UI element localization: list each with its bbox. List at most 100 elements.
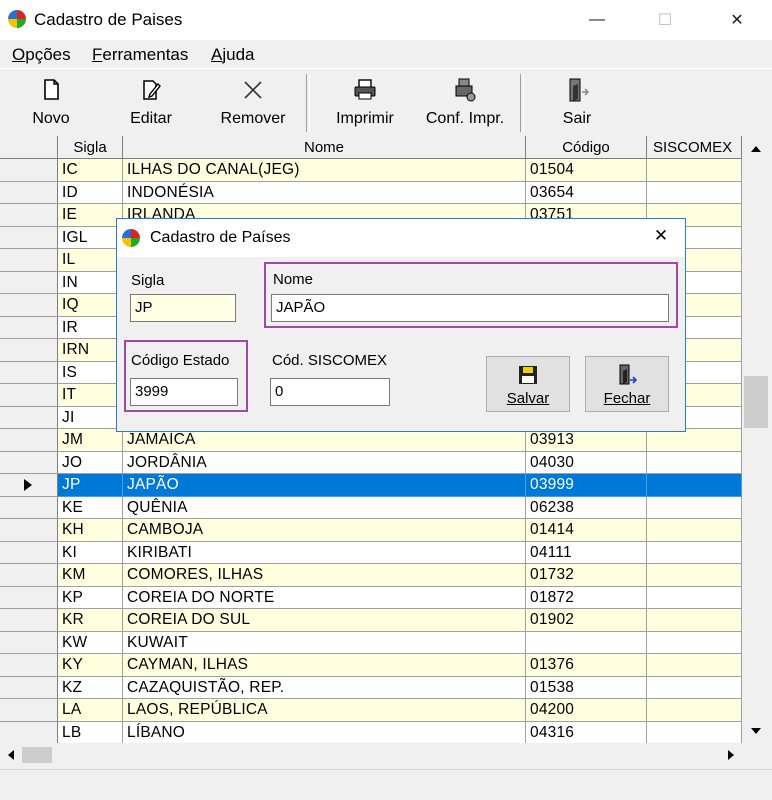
cod-siscomex-input[interactable]: 0 xyxy=(270,378,390,406)
cell-sigla[interactable]: LB xyxy=(58,721,123,743)
cell-siscomex[interactable] xyxy=(647,676,742,699)
cell-sigla[interactable]: JO xyxy=(58,451,123,474)
table-row[interactable]: KZ CAZAQUISTÃO, REP. 01538 xyxy=(0,676,742,699)
cell-sigla[interactable]: KP xyxy=(58,586,123,609)
novo-button[interactable]: Novo xyxy=(22,74,80,134)
sair-button[interactable]: Sair xyxy=(548,74,606,134)
table-row[interactable]: JP JAPÃO 03999 xyxy=(0,474,742,497)
row-indicator[interactable] xyxy=(0,181,58,204)
cell-codigo[interactable]: 01732 xyxy=(526,564,647,587)
cell-codigo[interactable]: 01902 xyxy=(526,609,647,632)
cell-codigo[interactable]: 01504 xyxy=(526,159,647,182)
cell-codigo[interactable] xyxy=(526,631,647,654)
scroll-right-arrow-icon[interactable] xyxy=(722,745,740,765)
nome-input[interactable]: JAPÃO xyxy=(271,294,669,322)
cell-codigo[interactable]: 01376 xyxy=(526,654,647,677)
menu-ajuda[interactable]: Ajuda xyxy=(211,45,254,65)
row-indicator[interactable] xyxy=(0,406,58,429)
close-button[interactable]: ✕ xyxy=(714,0,760,40)
row-indicator[interactable] xyxy=(0,586,58,609)
cell-sigla[interactable]: IGL xyxy=(58,226,123,249)
cell-nome[interactable]: JORDÂNIA xyxy=(123,451,526,474)
scroll-up-arrow-icon[interactable] xyxy=(743,138,769,160)
cell-nome[interactable]: JAPÃO xyxy=(123,474,526,497)
row-indicator[interactable] xyxy=(0,204,58,227)
fechar-button[interactable]: Fechar xyxy=(585,356,669,412)
cell-nome[interactable]: LAOS, REPÚBLICA xyxy=(123,699,526,722)
minimize-button[interactable]: — xyxy=(574,0,620,40)
cell-codigo[interactable]: 04111 xyxy=(526,541,647,564)
row-indicator[interactable] xyxy=(0,361,58,384)
table-row[interactable]: KW KUWAIT xyxy=(0,631,742,654)
cell-siscomex[interactable] xyxy=(647,159,742,182)
sigla-input[interactable]: JP xyxy=(130,294,236,322)
cell-codigo[interactable]: 03999 xyxy=(526,474,647,497)
column-header-sigla[interactable]: Sigla xyxy=(58,136,123,159)
row-indicator[interactable] xyxy=(0,294,58,317)
row-indicator[interactable] xyxy=(0,384,58,407)
table-row[interactable]: KP COREIA DO NORTE 01872 xyxy=(0,586,742,609)
cell-siscomex[interactable] xyxy=(647,654,742,677)
cell-nome[interactable]: COREIA DO SUL xyxy=(123,609,526,632)
cell-siscomex[interactable] xyxy=(647,519,742,542)
row-indicator[interactable] xyxy=(0,654,58,677)
cell-nome[interactable]: CAZAQUISTÃO, REP. xyxy=(123,676,526,699)
table-row[interactable]: IC ILHAS DO CANAL(JEG) 01504 xyxy=(0,159,742,182)
cell-siscomex[interactable] xyxy=(647,474,742,497)
column-header-nome[interactable]: Nome xyxy=(123,136,526,159)
row-indicator[interactable] xyxy=(0,631,58,654)
row-indicator[interactable] xyxy=(0,451,58,474)
cell-siscomex[interactable] xyxy=(647,451,742,474)
cell-nome[interactable]: CAMBOJA xyxy=(123,519,526,542)
cell-nome[interactable]: LÍBANO xyxy=(123,721,526,743)
table-row[interactable]: ID INDONÉSIA 03654 xyxy=(0,181,742,204)
row-indicator[interactable] xyxy=(0,474,58,497)
cell-siscomex[interactable] xyxy=(647,631,742,654)
table-row[interactable]: KI KIRIBATI 04111 xyxy=(0,541,742,564)
row-indicator[interactable] xyxy=(0,721,58,743)
cell-codigo[interactable]: 04200 xyxy=(526,699,647,722)
cell-siscomex[interactable] xyxy=(647,586,742,609)
cell-nome[interactable]: KUWAIT xyxy=(123,631,526,654)
scroll-down-arrow-icon[interactable] xyxy=(743,720,769,742)
maximize-button[interactable]: ☐ xyxy=(642,0,688,40)
column-header-siscomex[interactable]: SISCOMEX xyxy=(647,136,742,159)
cell-sigla[interactable]: KM xyxy=(58,564,123,587)
table-row[interactable]: KE QUÊNIA 06238 xyxy=(0,496,742,519)
salvar-button[interactable]: Salvar xyxy=(486,356,570,412)
dialog-close-button[interactable]: ✕ xyxy=(646,226,676,250)
row-indicator[interactable] xyxy=(0,316,58,339)
cell-codigo[interactable]: 01538 xyxy=(526,676,647,699)
row-indicator[interactable] xyxy=(0,429,58,452)
cell-sigla[interactable]: KW xyxy=(58,631,123,654)
row-indicator[interactable] xyxy=(0,676,58,699)
table-row[interactable]: KY CAYMAN, ILHAS 01376 xyxy=(0,654,742,677)
row-indicator[interactable] xyxy=(0,159,58,182)
cell-sigla[interactable]: IS xyxy=(58,361,123,384)
codigo-estado-input[interactable]: 3999 xyxy=(130,378,238,406)
cell-nome[interactable]: KIRIBATI xyxy=(123,541,526,564)
table-row[interactable]: KM COMORES, ILHAS 01732 xyxy=(0,564,742,587)
row-indicator[interactable] xyxy=(0,519,58,542)
cell-siscomex[interactable] xyxy=(647,496,742,519)
cell-sigla[interactable]: IR xyxy=(58,316,123,339)
row-indicator[interactable] xyxy=(0,699,58,722)
cell-codigo[interactable]: 06238 xyxy=(526,496,647,519)
menu-ferramentas[interactable]: Ferramentas xyxy=(92,45,188,65)
vertical-scrollbar[interactable] xyxy=(742,136,772,743)
row-indicator[interactable] xyxy=(0,541,58,564)
cell-codigo[interactable]: 03654 xyxy=(526,181,647,204)
cell-sigla[interactable]: KZ xyxy=(58,676,123,699)
cell-nome[interactable]: COMORES, ILHAS xyxy=(123,564,526,587)
cell-codigo[interactable]: 03913 xyxy=(526,429,647,452)
row-indicator[interactable] xyxy=(0,226,58,249)
cell-codigo[interactable]: 04316 xyxy=(526,721,647,743)
cell-nome[interactable]: CAYMAN, ILHAS xyxy=(123,654,526,677)
imprimir-button[interactable]: Imprimir xyxy=(326,74,404,134)
table-row[interactable]: KH CAMBOJA 01414 xyxy=(0,519,742,542)
cell-sigla[interactable]: ID xyxy=(58,181,123,204)
horizontal-scroll-thumb[interactable] xyxy=(22,747,52,763)
cell-codigo[interactable]: 01414 xyxy=(526,519,647,542)
cell-sigla[interactable]: IQ xyxy=(58,294,123,317)
conf-impr-button[interactable]: Conf. Impr. xyxy=(418,74,512,134)
